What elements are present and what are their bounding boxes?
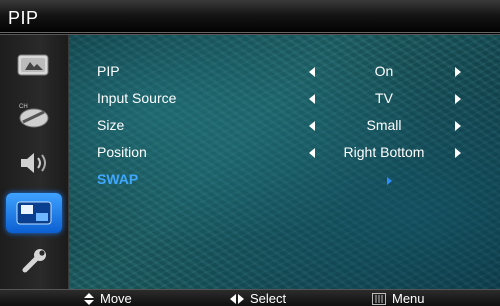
menu-row-size[interactable]: Size Small — [69, 115, 500, 137]
help-bar: Move Select Menu — [0, 289, 500, 306]
svg-text:CH: CH — [19, 104, 28, 110]
menu-row-label: Size — [97, 117, 125, 133]
swap-enter-arrow-icon[interactable] — [387, 177, 392, 185]
tv-osd-screen: PIP CH PIP On Input Source TV Size Small… — [0, 0, 500, 306]
left-right-arrow-icon — [230, 293, 244, 304]
picture-icon — [17, 54, 49, 76]
sidebar: CH — [0, 35, 69, 289]
sidebar-item-setup[interactable] — [6, 193, 62, 233]
menu-row-value: Right Bottom — [343, 144, 425, 160]
right-arrow-icon[interactable] — [455, 148, 461, 158]
channel-satellite-icon: CH — [19, 104, 49, 128]
sidebar-item-picture[interactable] — [14, 49, 54, 81]
menu-row-pip[interactable]: PIP On — [69, 61, 500, 83]
title-divider — [0, 32, 500, 33]
menu-row-label: PIP — [97, 63, 120, 79]
right-arrow-icon[interactable] — [455, 94, 461, 104]
menu-row-label: Input Source — [97, 90, 177, 106]
title-bar: PIP — [0, 0, 500, 35]
menu-row-input-source[interactable]: Input Source TV — [69, 88, 500, 110]
pip-setup-icon — [16, 201, 52, 225]
menu-row-swap[interactable]: SWAP — [69, 169, 500, 191]
hint-select-label: Select — [250, 291, 287, 306]
pip-settings-panel: PIP On Input Source TV Size Small Positi… — [69, 35, 500, 289]
speaker-icon — [21, 153, 46, 173]
menu-title: PIP — [8, 8, 39, 28]
right-arrow-icon[interactable] — [455, 67, 461, 77]
hint-menu: Menu — [372, 291, 425, 306]
menu-row-value: TV — [375, 90, 393, 106]
menu-row-value: Small — [366, 117, 402, 133]
menu-button-icon — [372, 292, 386, 305]
hint-move-label: Move — [100, 291, 132, 306]
right-arrow-icon[interactable] — [455, 121, 461, 131]
menu-row-position[interactable]: Position Right Bottom — [69, 142, 500, 164]
menu-row-value: On — [374, 63, 394, 79]
sidebar-item-tools[interactable] — [14, 245, 54, 277]
up-down-arrow-icon — [84, 292, 94, 305]
hint-menu-label: Menu — [392, 291, 425, 306]
sidebar-item-sound[interactable] — [14, 147, 54, 179]
menu-row-label: SWAP — [97, 171, 139, 187]
sidebar-item-channel[interactable]: CH — [14, 99, 54, 131]
menu-row-label: Position — [97, 144, 147, 160]
wrench-icon — [22, 249, 46, 273]
hint-move: Move — [84, 291, 132, 306]
hint-select: Select — [230, 291, 286, 306]
